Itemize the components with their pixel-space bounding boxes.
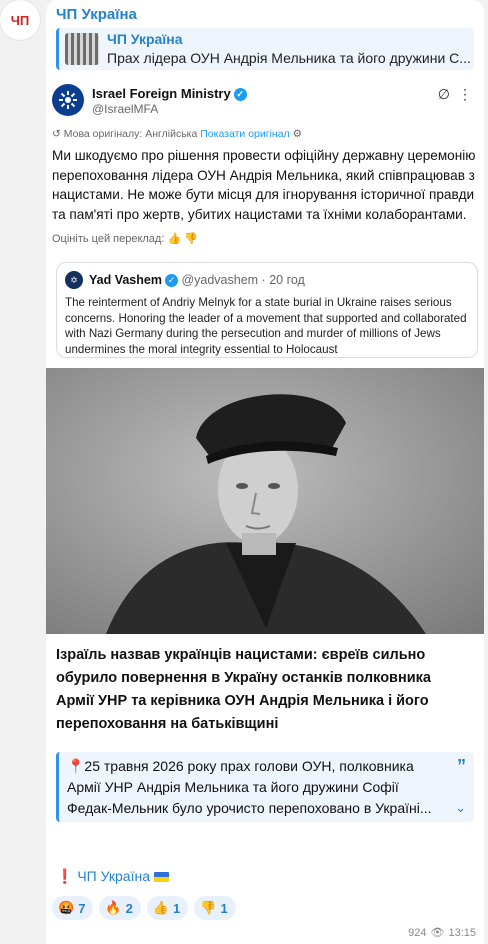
reply-text: Прах лідера ОУН Андрія Мельника та його … — [107, 50, 471, 66]
translate-icon: ↺ — [52, 128, 61, 140]
translation-label: ↺ Мова оригіналу: Англійська Показати ор… — [52, 128, 303, 140]
verified-icon: ✓ — [164, 274, 178, 287]
quote-body: The reinterment of Andriy Melnyk for a s… — [65, 296, 467, 356]
quoted-tweet: ✡ Yad Vashem ✓ @yadvashem · 20 год The re… — [56, 262, 478, 358]
message-time: 13:15 — [448, 927, 476, 939]
eye-icon: 👁 — [430, 927, 445, 939]
chevron-down-icon[interactable]: ⌄ — [455, 800, 466, 816]
reaction-thumbs-up[interactable]: 👍 1 — [146, 896, 189, 920]
reaction-angry[interactable]: 🤬 7 — [52, 896, 94, 920]
grok-icon: ∅ — [437, 86, 458, 102]
view-count: 924 — [408, 927, 427, 939]
mfa-logo-icon — [52, 84, 84, 116]
reply-preview[interactable]: ЧП Україна Прах лідера ОУН Андрія Мельни… — [56, 28, 474, 70]
channel-avatar[interactable]: ЧП — [0, 0, 40, 40]
tweet-screenshot: Israel Foreign Ministry ✓ @IsraelMFA ∅⋮ ↺… — [50, 76, 480, 366]
verified-icon: ✓ — [233, 88, 247, 101]
tweet-body: Ми шкодуємо про рішення провести офіційн… — [52, 148, 476, 222]
exclamation-icon: ❗ — [56, 868, 74, 884]
reply-title: ЧП Україна — [107, 31, 183, 47]
channel-name[interactable]: ЧП Україна — [56, 6, 137, 23]
more-icon: ⋮ — [458, 86, 480, 102]
ukraine-flag-icon — [153, 872, 169, 882]
portrait-photo[interactable] — [46, 368, 484, 634]
post-headline: Ізраїль назвав українців нацистами: євре… — [56, 647, 431, 732]
quote-icon: ” — [457, 756, 466, 776]
show-original-link: Показати оригінал — [200, 128, 290, 140]
thumbs-up-icon: 👍 — [167, 233, 182, 245]
tweet-handle: @IsraelMFA — [92, 102, 159, 116]
message-meta: 924 👁 13:15 — [404, 926, 476, 939]
settings-icon: ⚙ — [292, 128, 303, 140]
reaction-thumbs-down[interactable]: 👎 1 — [194, 896, 236, 920]
expandable-quote[interactable]: 📍25 травня 2026 року прах голови ОУН, по… — [56, 752, 474, 822]
tweet-author: Israel Foreign Ministry ✓ — [92, 86, 247, 101]
post-signature[interactable]: ❗ ЧП Україна — [56, 868, 169, 885]
tweet-actions: ∅⋮ — [438, 86, 480, 103]
rate-translation: Оцініть цей переклад: 👍 👎 — [52, 233, 198, 245]
message-bubble: ЧП Україна ЧП Україна Прах лідера ОУН Ан… — [46, 0, 484, 944]
reactions-bar: 🤬 7 🔥 2 👍 1 👎 1 — [52, 896, 236, 920]
quote-header: Yad Vashem ✓ @yadvashem · 20 год — [89, 273, 305, 287]
reply-thumbnail — [65, 33, 99, 65]
thumbs-down-icon: 👎 — [184, 233, 198, 245]
reaction-fire[interactable]: 🔥 2 — [99, 896, 141, 920]
yad-vashem-logo-icon: ✡ — [65, 271, 83, 289]
quote-text: 📍25 травня 2026 року прах голови ОУН, по… — [67, 758, 432, 816]
